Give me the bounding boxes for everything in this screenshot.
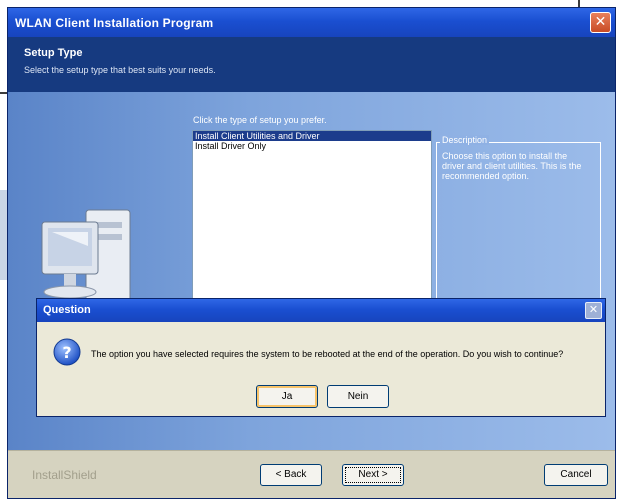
back-button[interactable]: < Back: [260, 464, 322, 486]
description-text: Choose this option to install the driver…: [442, 151, 582, 181]
yes-button[interactable]: Ja: [256, 385, 318, 408]
window-titlebar[interactable]: WLAN Client Installation Program ✕: [8, 8, 615, 37]
desktop-fragment: [0, 190, 7, 280]
wizard-footer: InstallShield < Back Next > Cancel: [8, 450, 615, 498]
list-item-driver-only[interactable]: Install Driver Only: [193, 141, 431, 151]
dialog-message: The option you have selected requires th…: [91, 349, 564, 359]
list-item-client-utilities[interactable]: Install Client Utilities and Driver: [193, 131, 431, 141]
question-dialog: Question ✕ ? The option you have selecte…: [36, 298, 606, 417]
description-legend: Description: [440, 135, 490, 145]
setup-prompt: Click the type of setup you prefer.: [193, 115, 327, 125]
page-title: Setup Type: [24, 47, 83, 59]
installer-window: WLAN Client Installation Program ✕ Setup…: [7, 7, 616, 499]
cancel-button[interactable]: Cancel: [544, 464, 608, 486]
dialog-titlebar[interactable]: Question ✕: [37, 299, 605, 322]
computer-icon: [41, 209, 131, 306]
dialog-title: Question: [43, 304, 91, 316]
desktop-fragment: [578, 0, 580, 7]
window-title: WLAN Client Installation Program: [15, 15, 214, 30]
dialog-close-button[interactable]: ✕: [585, 302, 602, 319]
svg-text:?: ?: [62, 343, 71, 362]
question-icon: ?: [53, 338, 81, 366]
next-button[interactable]: Next >: [342, 464, 404, 486]
setup-type-list[interactable]: Install Client Utilities and Driver Inst…: [192, 130, 432, 302]
installshield-brand: InstallShield: [32, 468, 97, 482]
wizard-header: Setup Type Select the setup type that be…: [8, 37, 615, 92]
no-button[interactable]: Nein: [327, 385, 389, 408]
page-subtitle: Select the setup type that best suits yo…: [24, 65, 216, 75]
desktop-fragment: [0, 92, 7, 94]
window-close-button[interactable]: ✕: [590, 12, 611, 33]
